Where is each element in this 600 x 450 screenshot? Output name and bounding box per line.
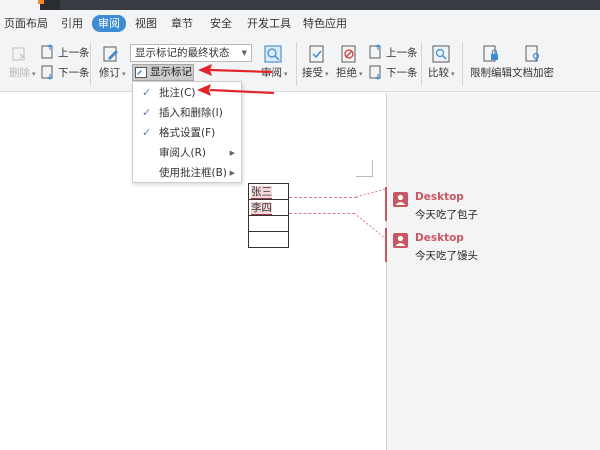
show-marks-button[interactable]: 显示标记 ▾ [132, 64, 194, 81]
ribbon-separator [421, 42, 422, 86]
check-icon: ✓ [142, 106, 152, 119]
comment-bar [385, 187, 387, 221]
table-cell[interactable]: 张三 [248, 183, 289, 200]
compare-icon [432, 45, 450, 63]
accept-button[interactable]: 接受 ▾ [302, 66, 329, 81]
comment-connector [353, 212, 387, 240]
comment-connector [289, 197, 357, 198]
user-icon [393, 233, 408, 248]
show-marks-icon [135, 67, 147, 78]
next-button[interactable]: 下一条 [58, 66, 90, 80]
commented-text[interactable]: 李四 [251, 201, 272, 215]
dropdown-item-insert-delete[interactable]: ✓ 插入和删除(I) [133, 103, 241, 123]
prev2-icon [369, 44, 381, 59]
menu-item-chapter[interactable]: 章节 [171, 16, 193, 31]
tab-edge [0, 0, 40, 10]
comment-text: 今天吃了馒头 [415, 250, 478, 262]
table-row: 张三 [248, 183, 289, 200]
compare-button[interactable]: 比较 ▾ [428, 66, 455, 81]
display-state-select[interactable]: 显示标记的最终状态 ▼ [130, 44, 252, 62]
menu-item-special-apps[interactable]: 特色应用 [303, 16, 347, 31]
delete-button[interactable]: 删除 ▾ [9, 66, 36, 81]
menu-item-page-layout[interactable]: 页面布局 [4, 16, 48, 31]
menu-item-review[interactable]: 审阅 [92, 15, 126, 32]
review-icon [264, 45, 282, 63]
reject-button[interactable]: 拒绝 ▾ [336, 66, 363, 81]
markup-pane [387, 93, 600, 450]
dropdown-item-reviewers[interactable]: 审阅人(R) ▶ [133, 143, 241, 163]
restrict-icon [483, 45, 498, 62]
document-table: 张三 李四 [248, 183, 289, 248]
chevron-right-icon: ▶ [229, 149, 235, 157]
comment-text: 今天吃了包子 [415, 209, 478, 221]
check-icon: ✓ [142, 126, 152, 139]
red-arrow-annotation [197, 84, 275, 96]
ribbon-toolbar: 删除 ▾ 上一条 下一条 修订 ▾ 审阅 ▾ 接受 ▾ 拒绝 ▾ 上一条 下一条… [0, 36, 600, 92]
table-cell[interactable] [248, 231, 289, 248]
prev-button[interactable]: 上一条 [58, 46, 90, 60]
title-strip [60, 0, 600, 10]
ribbon-separator [462, 42, 463, 86]
comment-bar [385, 228, 387, 262]
check-icon: ✓ [142, 86, 152, 99]
menu-item-view[interactable]: 视图 [135, 16, 157, 31]
revise-icon [103, 46, 118, 62]
encrypt-doc-button[interactable]: 文档加密 [512, 66, 554, 80]
dropdown-item-use-balloons[interactable]: 使用批注框(B) ▶ [133, 163, 241, 183]
app-logo-fragment [38, 0, 44, 4]
prev2-button[interactable]: 上一条 [386, 46, 418, 60]
commented-text[interactable]: 张三 [251, 185, 272, 199]
table-row: 李四 [248, 199, 289, 216]
comment-connector [289, 213, 355, 214]
encrypt-icon [525, 45, 540, 62]
next2-icon [369, 65, 381, 80]
table-row [248, 231, 289, 248]
page-corner-mark [356, 160, 373, 177]
menu-bar: 页面布局 引用 审阅 视图 章节 安全 开发工具 特色应用 [0, 10, 600, 36]
menu-item-security[interactable]: 安全 [210, 16, 232, 31]
menu-item-dev-tools[interactable]: 开发工具 [247, 16, 291, 31]
restrict-edit-button[interactable]: 限制编辑 [470, 66, 512, 80]
comment-author: Desktop [415, 232, 464, 244]
table-row [248, 215, 289, 232]
user-icon [393, 192, 408, 207]
menu-item-references[interactable]: 引用 [61, 16, 83, 31]
prev-icon [41, 44, 53, 59]
next2-button[interactable]: 下一条 [386, 66, 418, 80]
chevron-down-icon: ▼ [241, 49, 247, 57]
accept-icon [309, 45, 324, 63]
title-bar [0, 0, 600, 10]
next-icon [41, 65, 53, 80]
red-arrow-annotation [198, 64, 273, 76]
ribbon-separator [296, 42, 297, 86]
revise-button[interactable]: 修订 ▾ [99, 66, 126, 81]
ribbon-separator [90, 42, 91, 86]
comment-author: Desktop [415, 191, 464, 203]
chevron-right-icon: ▶ [229, 169, 235, 177]
table-cell[interactable] [248, 215, 289, 232]
comment-balloon[interactable]: Desktop 今天吃了包子 [385, 187, 585, 221]
delete-icon [12, 47, 26, 61]
comment-balloon[interactable]: Desktop 今天吃了馒头 [385, 228, 585, 262]
reject-icon [341, 45, 356, 63]
table-cell[interactable]: 李四 [248, 199, 289, 216]
dropdown-item-formatting[interactable]: ✓ 格式设置(F) [133, 123, 241, 143]
